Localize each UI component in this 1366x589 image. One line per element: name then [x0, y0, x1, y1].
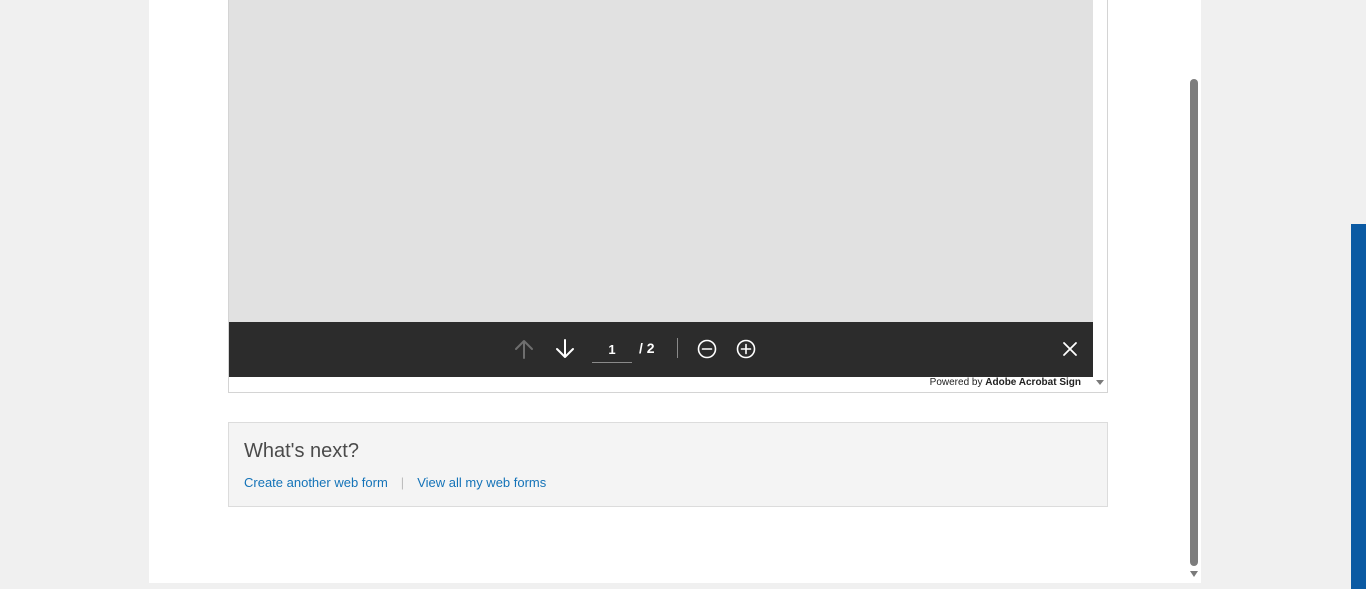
link-separator: |: [400, 475, 405, 490]
create-web-form-link[interactable]: Create another web form: [244, 475, 388, 490]
next-page-button[interactable]: [552, 336, 578, 362]
close-viewer-button[interactable]: [1057, 336, 1083, 362]
powered-prefix: Powered by: [929, 377, 983, 388]
viewer-toolbar: / 2: [229, 322, 1093, 377]
document-page-area: [229, 0, 1093, 322]
toolbar-divider: [677, 338, 678, 358]
zoom-in-icon: [736, 339, 756, 359]
zoom-out-icon: [697, 339, 717, 359]
frame-scroll-down-icon[interactable]: [1096, 380, 1104, 385]
whats-next-title: What's next?: [244, 440, 359, 462]
scrollbar-thumb[interactable]: [1190, 79, 1198, 566]
page-total-label: / 2: [639, 340, 655, 356]
powered-brand: Adobe Acrobat Sign: [985, 377, 1081, 388]
arrow-down-icon: [556, 339, 574, 358]
close-icon: [1063, 342, 1077, 356]
document-viewer-frame: / 2 Powered by Adobe Acrobat Sign: [228, 0, 1108, 393]
whats-next-links: Create another web form | View all my we…: [244, 475, 546, 490]
arrow-up-icon: [515, 340, 533, 359]
whats-next-panel: What's next? Create another web form | V…: [228, 422, 1108, 507]
zoom-out-button[interactable]: [694, 336, 720, 362]
powered-by-label: Powered by Adobe Acrobat Sign: [930, 377, 1081, 389]
previous-page-button[interactable]: [511, 336, 537, 362]
scroll-down-icon[interactable]: [1190, 571, 1198, 577]
zoom-in-button[interactable]: [733, 336, 759, 362]
side-panel-tab[interactable]: [1351, 224, 1366, 589]
page-number-input[interactable]: [592, 336, 632, 363]
page-scrollbar[interactable]: [1187, 0, 1201, 583]
view-all-web-forms-link[interactable]: View all my web forms: [417, 475, 546, 490]
